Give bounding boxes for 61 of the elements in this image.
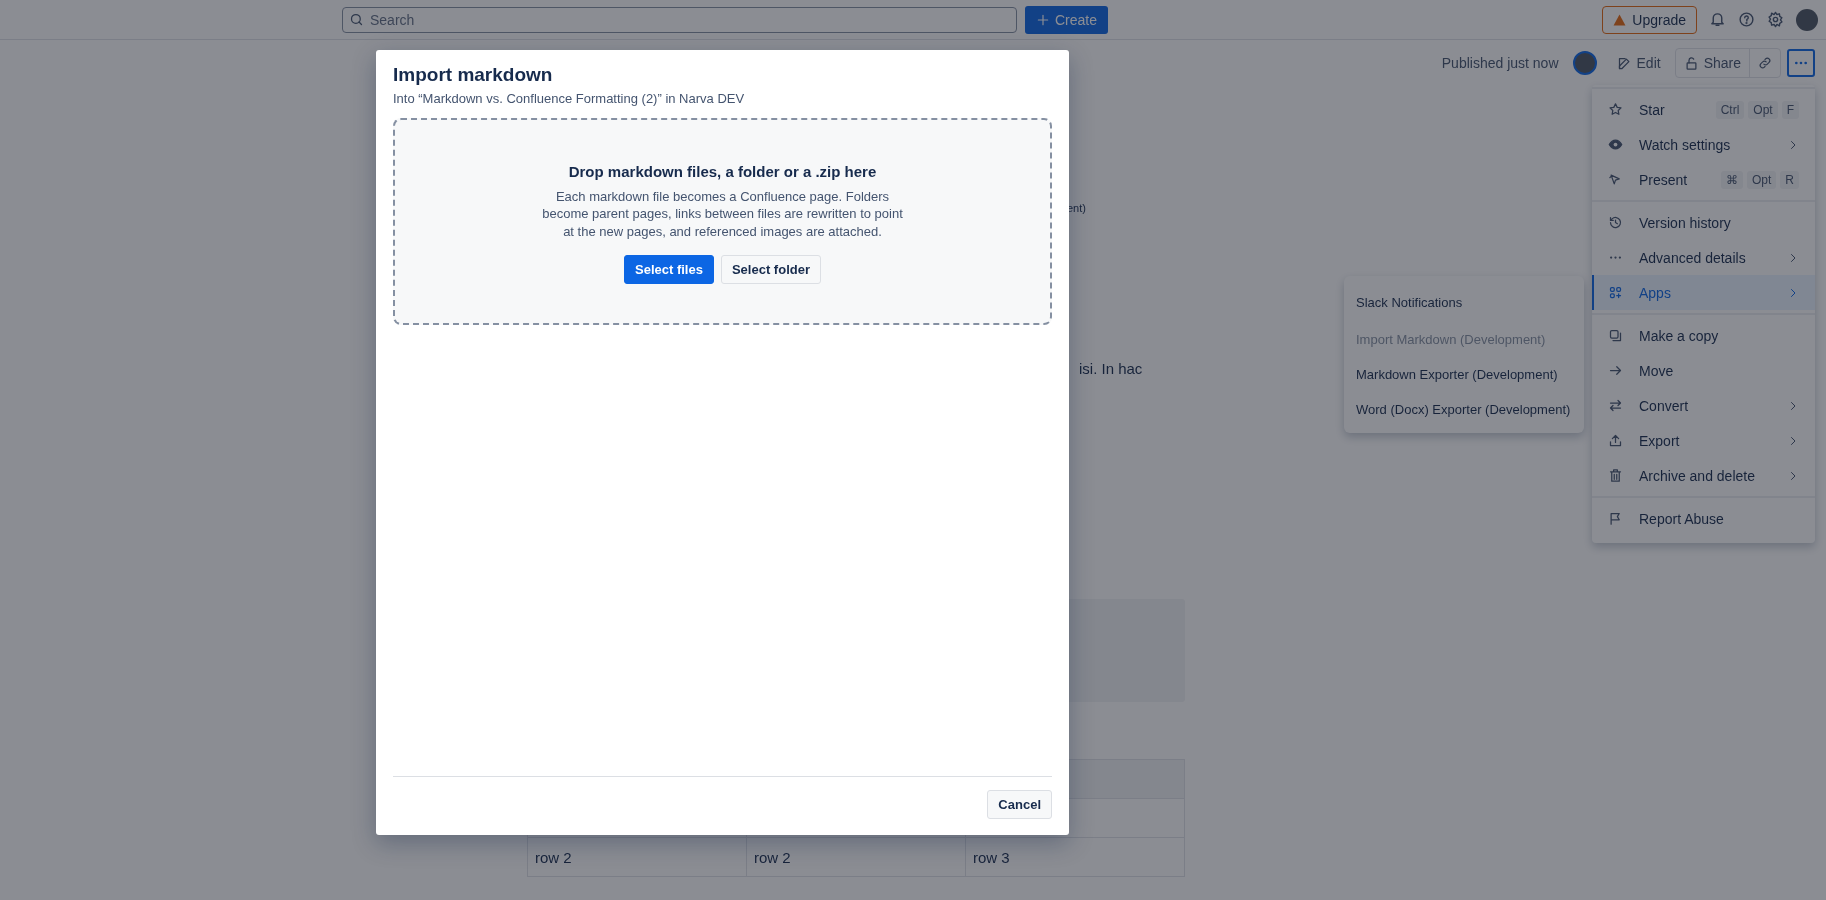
link-icon	[1758, 56, 1772, 70]
menu-item[interactable]: Archive and delete	[1592, 458, 1815, 493]
table-cell: row 2	[527, 837, 747, 877]
create-button[interactable]: Create	[1025, 5, 1109, 34]
avatar[interactable]	[1796, 8, 1818, 31]
help-icon	[1738, 11, 1755, 28]
upload-icon	[1608, 433, 1623, 448]
menu-item[interactable]: Version history	[1592, 205, 1815, 240]
keyboard-key: ⌘	[1721, 170, 1743, 189]
menu-item[interactable]: Watch settings	[1592, 127, 1815, 162]
search-field[interactable]: Search	[342, 6, 1017, 33]
apps-icon	[1608, 285, 1623, 300]
flag-icon	[1608, 511, 1623, 526]
keyboard-key: F	[1781, 100, 1799, 119]
search-icon	[349, 11, 364, 27]
menu-item[interactable]: Word (Docx) Exporter (Development)	[1344, 392, 1584, 427]
drop-zone-heading: Drop markdown files, a folder or a .zip here	[568, 162, 877, 180]
menu-item[interactable]: Convert	[1592, 388, 1815, 423]
table-cell: row 2	[746, 837, 966, 877]
arrow-right-icon	[1608, 363, 1623, 378]
keyboard-key: R	[1780, 170, 1799, 189]
eye-icon	[1608, 137, 1623, 152]
cancel-button[interactable]: Cancel	[987, 790, 1052, 819]
menu-item[interactable]: Apps	[1592, 275, 1815, 310]
menu-item[interactable]: Move	[1592, 353, 1815, 388]
more-actions-button[interactable]	[1787, 49, 1815, 77]
pencil-icon	[1616, 55, 1632, 71]
star-icon	[1608, 102, 1623, 117]
lock-icon	[1683, 55, 1699, 71]
menu-item[interactable]: Advanced details	[1592, 240, 1815, 275]
menu-item[interactable]: Export	[1592, 423, 1815, 458]
edit-button[interactable]: Edit	[1608, 49, 1669, 77]
keyboard-key: Opt	[1747, 170, 1777, 189]
drop-zone-description: Each markdown file becomes a Confluence page. Folders become parent pages, links between files are rewritten to point at the new pages, and referenced images are attached.	[541, 187, 904, 241]
upgrade-button[interactable]: Upgrade	[1602, 5, 1697, 34]
menu-item[interactable]: Report Abuse	[1592, 501, 1815, 536]
select-files-button[interactable]: Select files	[624, 255, 714, 285]
copy-icon	[1608, 328, 1623, 343]
settings-icon	[1767, 11, 1784, 28]
trash-icon	[1608, 468, 1623, 483]
text-fragment: isi. In hac	[1079, 360, 1144, 377]
dialog-subtitle: Into “Markdown vs. Confluence Formatting (2)” in Narva DEV	[393, 91, 746, 106]
menu-item[interactable]: Slack Notifications	[1344, 282, 1584, 322]
swap-arrows-icon	[1608, 398, 1623, 413]
pointer-icon	[1608, 172, 1623, 187]
keyboard-key: Ctrl	[1715, 100, 1745, 119]
publish-status: Published just now	[1441, 55, 1559, 71]
warning-icon	[1613, 13, 1627, 26]
table-cell: row 3	[965, 837, 1185, 877]
history-icon	[1608, 215, 1623, 230]
keyboard-key: Opt	[1748, 100, 1778, 119]
bell-icon	[1709, 11, 1726, 28]
avatar[interactable]	[1572, 51, 1597, 75]
menu-item[interactable]: Make a copy	[1592, 318, 1815, 353]
select-folder-button[interactable]: Select folder	[720, 255, 821, 285]
drop-zone[interactable]	[393, 118, 1052, 325]
dialog-title: Import markdown	[393, 64, 554, 86]
menu-item[interactable]: Star Ctrl Opt F	[1592, 92, 1815, 127]
menu-item[interactable]: Present ⌘ Opt R	[1592, 162, 1815, 197]
plus-icon	[1036, 12, 1050, 27]
menu-item[interactable]: Markdown Exporter (Development)	[1344, 357, 1584, 392]
